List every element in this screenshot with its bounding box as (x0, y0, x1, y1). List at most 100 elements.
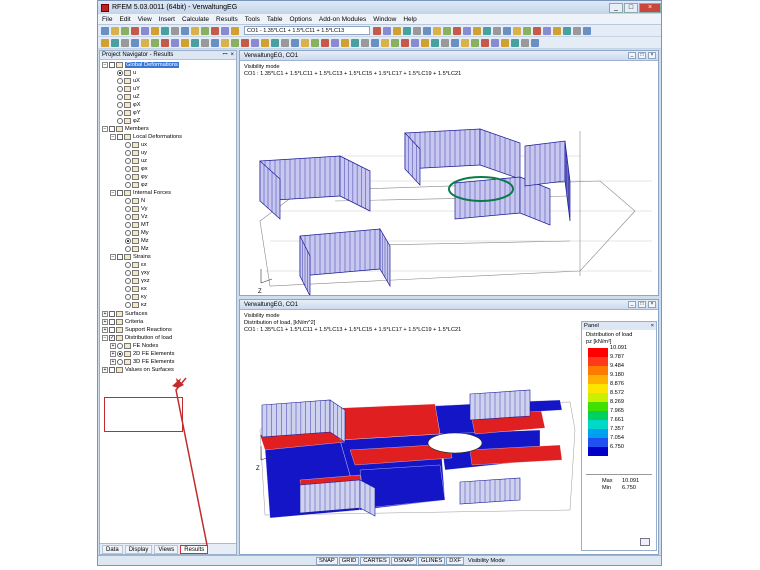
checkbox[interactable] (109, 311, 115, 317)
toolbar-tool-icon[interactable] (201, 38, 209, 47)
minimize-button[interactable]: _ (609, 2, 623, 13)
toolbar-tool-icon[interactable] (501, 38, 509, 47)
tree-node[interactable]: + FE Nodes (110, 342, 158, 350)
menu-table[interactable]: Table (267, 16, 283, 23)
toolbar-tool-icon[interactable] (151, 38, 159, 47)
toolbar-tool-icon[interactable] (421, 38, 429, 47)
expand-toggle[interactable]: − (102, 335, 108, 341)
expand-toggle[interactable]: − (110, 134, 116, 140)
checkbox[interactable] (117, 134, 123, 140)
view1-minimize-button[interactable]: _ (628, 52, 636, 59)
checkbox[interactable]: ✓ (109, 335, 115, 341)
tree-node[interactable]: − Strains (110, 253, 151, 261)
radio-button[interactable] (125, 174, 131, 180)
toolbar-tool-icon[interactable] (433, 26, 441, 35)
status-toggle-grid[interactable]: GRID (338, 556, 360, 565)
menu-add-on-modules[interactable]: Add-on Modules (319, 16, 366, 23)
tree-node[interactable]: − Internal Forces (110, 189, 171, 197)
tree-node[interactable]: φx (118, 165, 148, 173)
expand-toggle[interactable]: + (110, 343, 116, 349)
tab-display[interactable]: Display (124, 544, 153, 554)
expand-toggle[interactable]: + (102, 367, 108, 373)
expand-toggle[interactable]: − (110, 190, 116, 196)
radio-button[interactable] (125, 238, 131, 244)
status-toggle-snap[interactable]: SNAP (316, 556, 338, 565)
toolbar-tool-icon[interactable] (361, 38, 369, 47)
tree-node[interactable]: uy (118, 149, 147, 157)
tree-node[interactable]: κy (118, 293, 147, 301)
menu-file[interactable]: File (102, 16, 112, 23)
toolbar-tool-icon[interactable] (523, 26, 531, 35)
expand-toggle[interactable]: − (110, 254, 116, 260)
toolbar-tool-icon[interactable] (483, 26, 491, 35)
radio-button[interactable] (125, 214, 131, 220)
radio-button[interactable] (125, 142, 131, 148)
tree-node[interactable]: + Surfaces (102, 310, 147, 318)
toolbar-tool-icon[interactable] (261, 38, 269, 47)
tree-node[interactable]: uY (110, 85, 140, 93)
toolbar-tool-icon[interactable] (351, 38, 359, 47)
status-toggle-glines[interactable]: GLINES (418, 556, 446, 565)
view2-model-canvas[interactable]: Z (240, 310, 580, 554)
tree-node[interactable]: +3D FE Elements (110, 358, 174, 366)
toolbar-tool-icon[interactable] (443, 26, 451, 35)
radio-button[interactable] (117, 359, 123, 365)
tab-results[interactable]: Results (180, 544, 209, 554)
toolbar-tool-icon[interactable] (441, 38, 449, 47)
toolbar-tool-icon[interactable] (151, 26, 159, 35)
radio-button[interactable] (125, 286, 131, 292)
toolbar-tool-icon[interactable] (101, 26, 109, 35)
tree-node[interactable]: uX (110, 77, 140, 85)
toolbar-tool-icon[interactable] (381, 38, 389, 47)
navigator-pin-button[interactable]: ꟷ (223, 51, 228, 59)
radio-button[interactable] (125, 150, 131, 156)
radio-button[interactable] (125, 246, 131, 252)
toolbar-tool-icon[interactable] (201, 26, 209, 35)
toolbar-tool-icon[interactable] (431, 38, 439, 47)
tree-node[interactable]: − Members (102, 125, 149, 133)
toolbar-tool-icon[interactable] (463, 26, 471, 35)
tree-node[interactable]: − Global Deformations (102, 61, 179, 69)
tree-node[interactable]: κx (118, 285, 147, 293)
tree-node[interactable]: γxz (118, 277, 150, 285)
tree-node[interactable]: My (118, 229, 149, 237)
tree-node[interactable]: εx (118, 261, 146, 269)
toolbar-tool-icon[interactable] (563, 26, 571, 35)
radio-button[interactable] (117, 70, 123, 76)
tree-node[interactable]: uz (118, 157, 147, 165)
toolbar-tool-icon[interactable] (111, 38, 119, 47)
toolbar-tool-icon[interactable] (181, 26, 189, 35)
tree-node[interactable]: MT (118, 221, 149, 229)
status-toggle-dxf[interactable]: DXF (446, 556, 464, 565)
toolbar-tool-icon[interactable] (221, 26, 229, 35)
tree-node[interactable]: + Criteria (102, 318, 143, 326)
radio-button[interactable] (125, 222, 131, 228)
close-button[interactable]: × (639, 2, 661, 13)
menu-window[interactable]: Window (373, 16, 396, 23)
toolbar-tool-icon[interactable] (131, 38, 139, 47)
menu-view[interactable]: View (138, 16, 152, 23)
toolbar-tool-icon[interactable] (371, 38, 379, 47)
toolbar-tool-icon[interactable] (141, 26, 149, 35)
expand-toggle[interactable]: − (102, 62, 108, 68)
toolbar-tool-icon[interactable] (583, 26, 591, 35)
panel-options-button[interactable] (640, 538, 650, 546)
checkbox[interactable] (109, 62, 115, 68)
tree-node[interactable]: γxy (118, 269, 150, 277)
toolbar-tool-icon[interactable] (271, 38, 279, 47)
toolbar-tool-icon[interactable] (191, 38, 199, 47)
menu-edit[interactable]: Edit (119, 16, 130, 23)
expand-toggle[interactable]: + (102, 319, 108, 325)
radio-button[interactable] (117, 94, 123, 100)
tree-node[interactable]: N (118, 197, 145, 205)
radio-button[interactable] (125, 158, 131, 164)
view1-close-button[interactable]: × (648, 52, 656, 59)
tree-node[interactable]: ux (118, 141, 147, 149)
radio-button[interactable] (125, 182, 131, 188)
toolbar-tool-icon[interactable] (121, 38, 129, 47)
tree-node[interactable]: Mz (118, 245, 149, 253)
checkbox[interactable] (117, 254, 123, 260)
expand-toggle[interactable]: + (102, 311, 108, 317)
checkbox[interactable] (109, 367, 115, 373)
status-toggle-cartes[interactable]: CARTES (360, 556, 390, 565)
